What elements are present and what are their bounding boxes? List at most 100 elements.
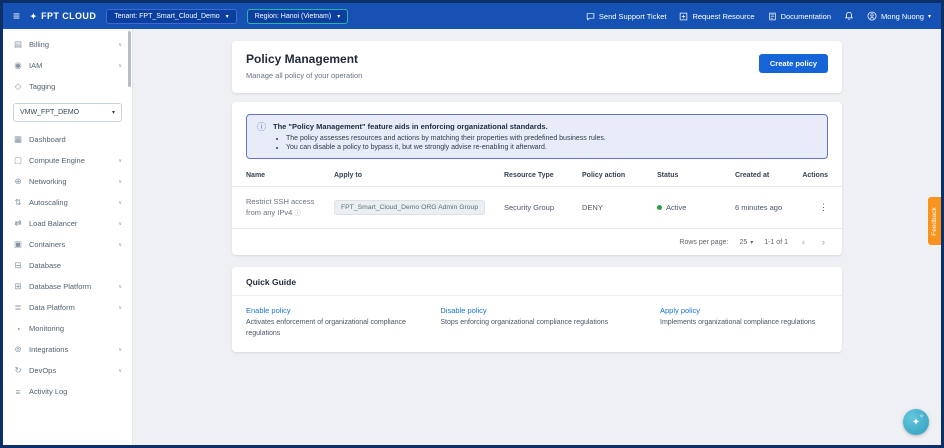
sidebar-item-database-platform[interactable]: ⊞ Database Platform ∨: [3, 276, 132, 297]
alert-bullet: You can disable a policy to bypass it, b…: [286, 144, 606, 151]
created-at-cell: 6 minutes ago: [735, 203, 798, 212]
policy-table: Name Apply to Resource Type Policy actio…: [232, 172, 842, 255]
top-navigation-bar: ≡ ✦ FPT CLOUD Tenant: FPT_Smart_Cloud_De…: [3, 3, 941, 29]
region-label: Region: Hanoi (Vietnam): [255, 13, 332, 20]
sparkle-small-icon: ✧: [919, 413, 924, 420]
rows-per-page-select[interactable]: 25 ▾: [739, 239, 753, 246]
col-header-actions: Actions: [798, 172, 828, 179]
previous-page-button[interactable]: ‹: [799, 237, 808, 247]
disable-policy-link[interactable]: Disable policy: [440, 306, 642, 315]
support-ticket-icon: [586, 12, 595, 21]
topbar-actions: Send Support Ticket Request Resource Doc…: [586, 11, 931, 21]
create-policy-button[interactable]: Create policy: [759, 54, 828, 73]
fpt-cloud-logo: ✦ FPT CLOUD: [30, 11, 96, 21]
table-header-row: Name Apply to Resource Type Policy actio…: [232, 172, 842, 187]
sidebar-item-load-balancer[interactable]: ⇄ Load Balancer ∨: [3, 213, 132, 234]
sidebar-navigation: ▤ Billing ∨ ◉ IAM ∨ ◇ Tagging VMW_FPT_DE…: [3, 29, 133, 445]
sidebar-item-autoscaling[interactable]: ⇅ Autoscaling ∨: [3, 192, 132, 213]
info-icon[interactable]: ⓘ: [294, 210, 301, 217]
resource-type-cell: Security Group: [504, 203, 582, 212]
documentation-link[interactable]: Documentation: [768, 12, 831, 21]
chevron-down-icon: ∨: [118, 305, 122, 311]
app-window: ≡ ✦ FPT CLOUD Tenant: FPT_Smart_Cloud_De…: [0, 0, 944, 448]
quick-guide-item-apply: Apply policy Implements organizational c…: [660, 306, 828, 339]
col-header-apply-to: Apply to: [334, 172, 504, 179]
next-page-button[interactable]: ›: [819, 237, 828, 247]
user-name: Mong Nuong: [881, 12, 924, 21]
rows-per-page-label: Rows per page:: [679, 239, 728, 246]
chevron-down-icon: ▾: [337, 13, 340, 20]
sidebar-item-billing[interactable]: ▤ Billing ∨: [3, 34, 132, 55]
alert-bullet: The policy assesses resources and action…: [286, 135, 606, 142]
iam-icon: ◉: [13, 60, 23, 71]
sidebar-item-networking[interactable]: ⊕ Networking ∨: [3, 171, 132, 192]
sidebar-item-database[interactable]: ⊟ Database: [3, 255, 132, 276]
info-alert: ⓘ The "Policy Management" feature aids i…: [246, 114, 828, 159]
feedback-label: Feedback: [931, 207, 938, 236]
col-header-created-at: Created at: [735, 172, 798, 179]
project-selector[interactable]: VMW_FPT_DEMO ▾: [13, 103, 122, 122]
chevron-down-icon: ∨: [118, 347, 122, 353]
sidebar-scrollbar[interactable]: [128, 31, 131, 87]
sidebar-item-integrations[interactable]: ⊚ Integrations ∨: [3, 339, 132, 360]
user-menu[interactable]: Mong Nuong ▾: [867, 11, 931, 21]
chevron-down-icon: ∨: [118, 242, 122, 248]
tag-icon: ◇: [13, 81, 23, 92]
notifications-bell-icon[interactable]: [844, 11, 854, 21]
sidebar-item-tagging[interactable]: ◇ Tagging: [3, 76, 132, 97]
apply-policy-link[interactable]: Apply policy: [660, 306, 828, 315]
database-icon: ⊟: [13, 260, 23, 271]
disable-policy-description: Stops enforcing organizational complianc…: [440, 318, 642, 329]
sidebar-item-dashboard[interactable]: ▦ Dashboard: [3, 129, 132, 150]
chevron-down-icon: ∨: [118, 368, 122, 374]
load-balancer-icon: ⇄: [13, 218, 23, 229]
chevron-down-icon: ▾: [928, 13, 931, 20]
sidebar-item-devops[interactable]: ↻ DevOps ∨: [3, 360, 132, 381]
chevron-down-icon: ∨: [118, 158, 122, 164]
quick-guide-item-disable: Disable policy Stops enforcing organizat…: [440, 306, 642, 339]
sidebar-item-activity-log[interactable]: ≡ Activity Log: [3, 381, 132, 402]
col-header-name: Name: [246, 172, 334, 179]
enable-policy-link[interactable]: Enable policy: [246, 306, 422, 315]
alert-bullet-list: The policy assesses resources and action…: [286, 135, 606, 151]
col-header-status: Status: [657, 172, 735, 179]
networking-icon: ⊕: [13, 176, 23, 187]
sidebar-item-iam[interactable]: ◉ IAM ∨: [3, 55, 132, 76]
row-actions-kebab-icon[interactable]: ⋮: [798, 202, 828, 213]
request-resource-link[interactable]: Request Resource: [679, 12, 754, 21]
sidebar-item-monitoring[interactable]: ◔ Monitoring: [3, 318, 132, 339]
sidebar-item-containers[interactable]: ▣ Containers ∨: [3, 234, 132, 255]
hamburger-menu-icon[interactable]: ≡: [13, 10, 20, 22]
quick-guide-item-enable: Enable policy Activates enforcement of o…: [246, 306, 422, 339]
region-selector[interactable]: Region: Hanoi (Vietnam) ▾: [247, 9, 349, 24]
page-title: Policy Management: [246, 52, 362, 66]
main-content: Policy Management Manage all policy of y…: [133, 29, 941, 445]
tenant-label: Tenant: FPT_Smart_Cloud_Demo: [114, 13, 219, 20]
chevron-down-icon: ▾: [750, 239, 753, 246]
chevron-down-icon: ∨: [118, 200, 122, 206]
info-icon: ⓘ: [257, 122, 266, 151]
status-badge: Active: [666, 203, 686, 212]
page-header-card: Policy Management Manage all policy of y…: [232, 41, 842, 93]
chevron-down-icon: ∨: [118, 63, 122, 69]
sidebar-item-compute-engine[interactable]: ▢ Compute Engine ∨: [3, 150, 132, 171]
table-row: Restrict SSH access from any IPv4 ⓘ FPT_…: [232, 187, 842, 229]
pagination-range: 1-1 of 1: [764, 239, 788, 246]
chat-assistant-button[interactable]: ✦ ✧: [903, 409, 929, 435]
logo-mark-icon: ✦: [30, 12, 37, 21]
tenant-selector[interactable]: Tenant: FPT_Smart_Cloud_Demo ▾: [106, 9, 236, 24]
chevron-down-icon: ∨: [118, 42, 122, 48]
chevron-down-icon: ∨: [118, 179, 122, 185]
send-support-ticket-link[interactable]: Send Support Ticket: [586, 12, 667, 21]
policy-name-cell: Restrict SSH access from any IPv4 ⓘ: [246, 196, 334, 219]
quick-guide-card: Quick Guide Enable policy Activates enfo…: [232, 267, 842, 352]
chevron-down-icon: ▾: [112, 109, 115, 116]
table-pagination: Rows per page: 25 ▾ 1-1 of 1 ‹ ›: [232, 229, 842, 255]
documentation-label: Documentation: [781, 12, 831, 21]
feedback-tab[interactable]: Feedback: [928, 197, 941, 245]
billing-icon: ▤: [13, 39, 23, 50]
user-avatar-icon: [867, 11, 877, 21]
autoscaling-icon: ⇅: [13, 197, 23, 208]
devops-icon: ↻: [13, 365, 23, 376]
sidebar-item-data-platform[interactable]: ≣ Data Platform ∨: [3, 297, 132, 318]
